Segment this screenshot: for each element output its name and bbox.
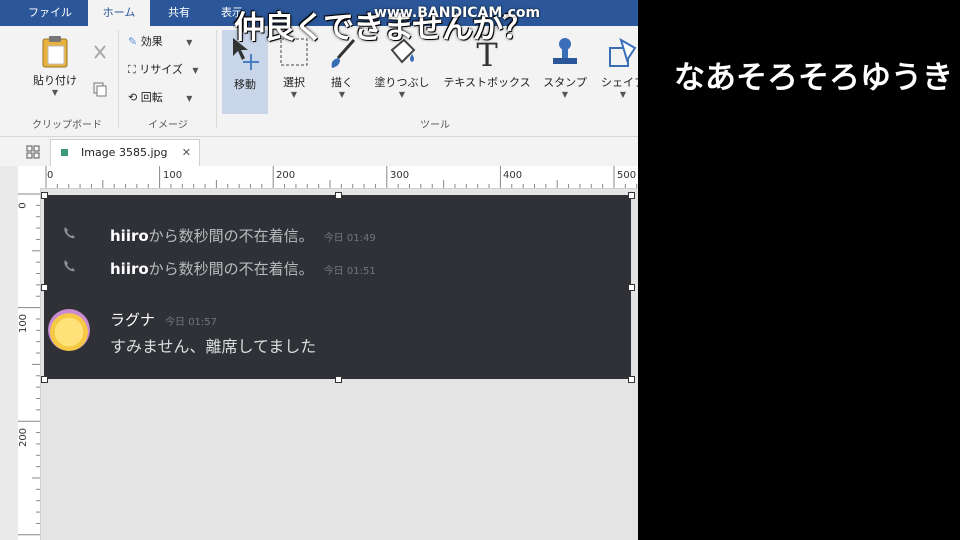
divider — [118, 30, 119, 128]
message-content: すみません、離席してました — [110, 337, 317, 356]
ruler-tick-label: 200 — [18, 427, 30, 448]
resize-handle[interactable] — [41, 284, 48, 291]
image-group-label: イメージ — [148, 120, 188, 131]
ruler-corner — [18, 166, 40, 188]
tab-share[interactable]: 共有 — [152, 0, 206, 26]
resize-icon: ⛶ — [128, 63, 136, 76]
copy-icon[interactable] — [92, 81, 108, 97]
chevron-down-icon: ▼ — [186, 94, 193, 103]
missed-call-message: から数秒間の不在着信。 — [148, 227, 314, 245]
shape-label: シェイプ — [601, 76, 638, 89]
clipboard-group-label: クリップボード — [32, 120, 102, 131]
missed-call-text: hiiroから数秒間の不在着信。 今日 01:51 — [110, 258, 376, 279]
paint-app-window: ファイル ホーム 共有 表示 貼り付け ▼ クリップボード ✎ 効果 ▼ ⛶ リ… — [0, 0, 638, 540]
close-icon[interactable]: ✕ — [182, 140, 191, 166]
caller-name: hiiro — [110, 260, 149, 278]
tab-home[interactable]: ホーム — [88, 0, 150, 26]
message-author: ラグナ 今日 01:57 — [110, 309, 217, 330]
document-tab-bar: Image 3585.jpg ✕ — [0, 137, 638, 167]
missed-call-row: hiiroから数秒間の不在着信。 今日 01:51 — [44, 258, 631, 278]
timestamp: 今日 01:49 — [323, 233, 376, 244]
missed-call-message: から数秒間の不在着信。 — [148, 260, 314, 278]
cut-icon[interactable] — [92, 44, 108, 60]
rotate-button[interactable]: ⟲ 回転 ▼ — [128, 88, 192, 108]
divider — [216, 30, 217, 128]
image-file-icon — [61, 149, 68, 156]
chevron-down-icon: ▼ — [290, 90, 298, 99]
stamp-tool-button[interactable]: スタンプ ▼ — [540, 36, 590, 99]
timestamp: 今日 01:57 — [165, 317, 218, 328]
tab-file[interactable]: ファイル — [18, 0, 82, 26]
resize-button[interactable]: ⛶ リサイズ ▼ — [128, 60, 199, 80]
horizontal-ruler: 0 100 200 300 400 500 — [40, 166, 638, 189]
rotate-label: 回転 — [140, 91, 163, 104]
edited-image[interactable]: hiiroから数秒間の不在着信。 今日 01:49 hiiroから数秒間の不在着信… — [44, 195, 631, 379]
tools-group-label: ツール — [420, 120, 450, 131]
overlay-side-comment: なあそろそろゆうき — [674, 60, 953, 96]
clipboard-icon — [42, 36, 68, 68]
document-tab-label: Image 3585.jpg — [81, 146, 168, 159]
resize-handle[interactable] — [628, 284, 635, 291]
chevron-down-icon: ▼ — [338, 90, 346, 99]
chevron-down-icon: ▼ — [619, 90, 627, 99]
ruler-tick-label: 300 — [390, 170, 410, 181]
resize-handle[interactable] — [628, 192, 635, 199]
recorder-watermark: www.BANDICAM.com — [374, 5, 541, 21]
horizontal-ruler-ticks — [45, 166, 638, 188]
effects-button[interactable]: ✎ 効果 ▼ — [128, 32, 192, 52]
ruler-tick-label: 0 — [47, 170, 54, 181]
stamp-icon — [553, 38, 577, 64]
grid-view-icon[interactable] — [26, 145, 40, 159]
author-name: ラグナ — [110, 311, 156, 329]
select-label: 選択 — [283, 76, 305, 89]
resize-handle[interactable] — [335, 192, 342, 199]
draw-label: 描く — [331, 76, 353, 89]
resize-handle[interactable] — [41, 192, 48, 199]
paste-label: 貼り付け — [33, 74, 77, 87]
avatar — [48, 309, 90, 351]
resize-handle[interactable] — [628, 376, 635, 383]
shape-tool-button[interactable]: シェイプ ▼ — [598, 36, 638, 99]
move-label: 移動 — [234, 78, 256, 91]
ruler-tick-label: 200 — [276, 170, 296, 181]
resize-handle[interactable] — [335, 376, 342, 383]
left-panel — [0, 166, 18, 540]
textbox-label: テキストボックス — [443, 76, 531, 89]
effects-label: 効果 — [140, 35, 163, 48]
ruler-tick-label: 0 — [17, 202, 29, 209]
phone-icon — [64, 227, 75, 239]
missed-call-row: hiiroから数秒間の不在着信。 今日 01:49 — [44, 225, 631, 245]
chevron-down-icon: ▼ — [398, 90, 406, 99]
chevron-down-icon: ▼ — [51, 88, 59, 97]
paste-button[interactable]: 貼り付け ▼ — [28, 34, 82, 97]
ruler-tick-label: 400 — [503, 170, 523, 181]
chevron-down-icon: ▼ — [192, 66, 199, 75]
caller-name: hiiro — [110, 227, 149, 245]
chevron-down-icon: ▼ — [186, 38, 193, 47]
rotate-icon: ⟲ — [128, 91, 138, 104]
effects-icon: ✎ — [128, 35, 138, 48]
chevron-down-icon: ▼ — [561, 90, 569, 99]
vertical-ruler-ticks — [18, 193, 40, 536]
shape-icon — [609, 37, 637, 67]
timestamp: 今日 01:51 — [323, 266, 376, 277]
stamp-label: スタンプ — [543, 76, 587, 89]
ruler-tick-label: 500 — [617, 170, 637, 181]
missed-call-text: hiiroから数秒間の不在着信。 今日 01:49 — [110, 225, 376, 246]
fill-label: 塗りつぶし — [374, 76, 430, 89]
document-tab[interactable]: Image 3585.jpg ✕ — [50, 139, 200, 166]
resize-handle[interactable] — [41, 376, 48, 383]
resize-label: リサイズ — [139, 63, 183, 76]
ruler-tick-label: 100 — [163, 170, 183, 181]
ruler-tick-label: 100 — [18, 313, 30, 334]
vertical-ruler: 0 100 200 — [18, 188, 41, 540]
phone-icon — [64, 260, 75, 272]
